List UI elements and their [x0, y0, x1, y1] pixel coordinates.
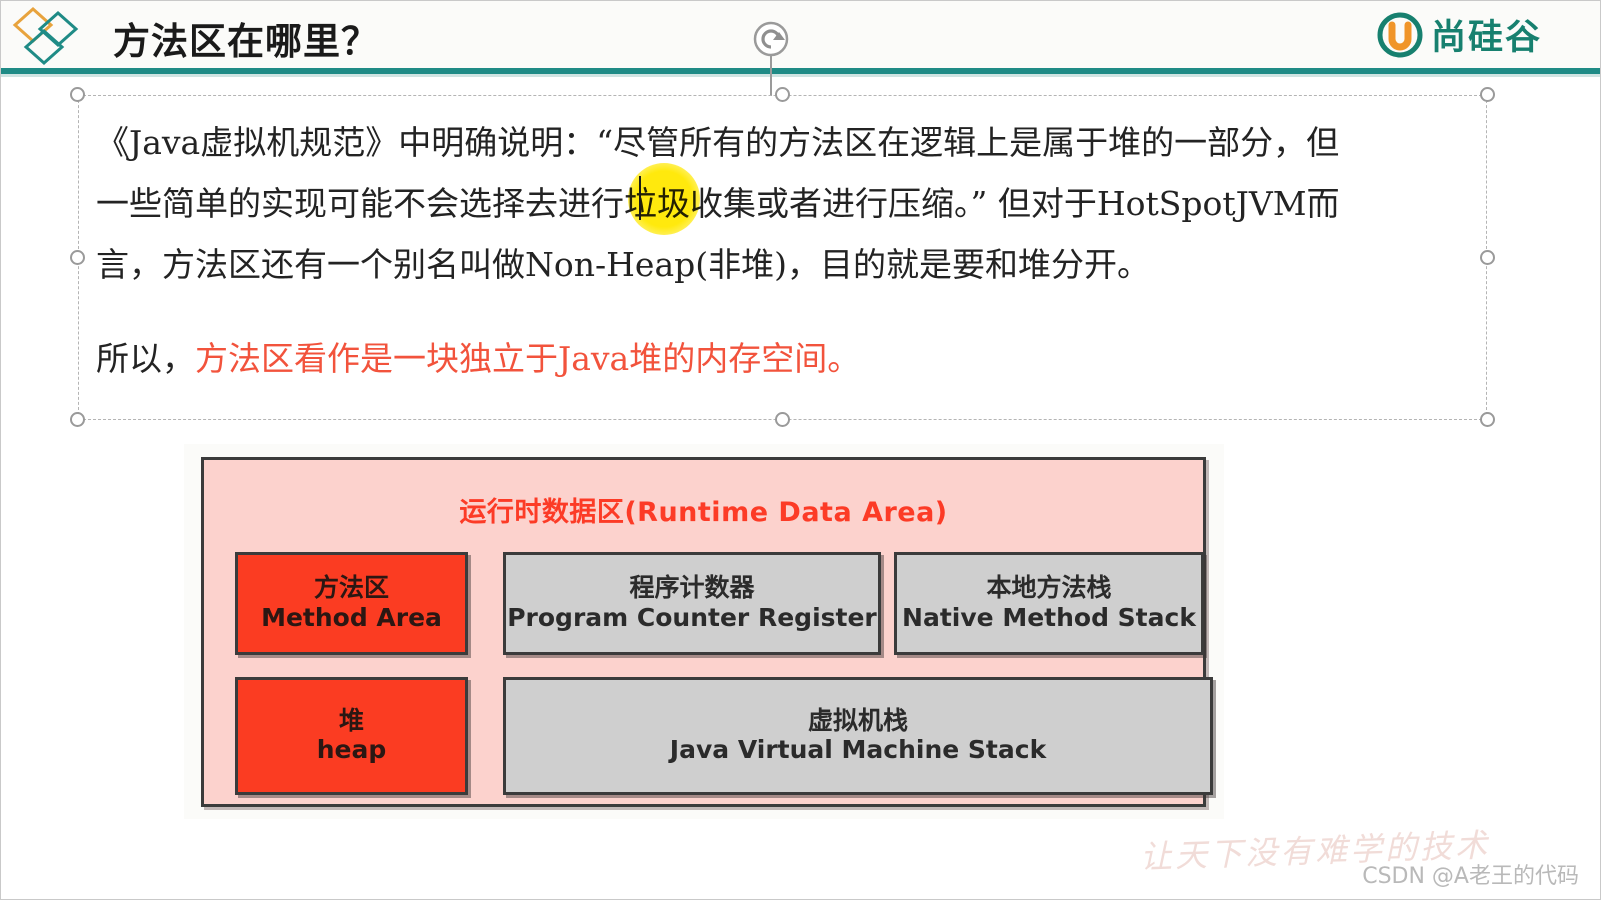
- rotate-handle-stem: [770, 56, 772, 96]
- body-line-1: 《Java虚拟机规范》中明确说明：“尽管所有的方法区在逻辑上是属于堆的一部分，但: [96, 123, 1340, 162]
- resize-handle-bottom-left[interactable]: [70, 412, 85, 427]
- conclusion-highlight: 方法区看作是一块独立于Java堆的内存空间。: [195, 339, 861, 378]
- resize-handle-top-center[interactable]: [775, 87, 790, 102]
- diagram-cell-program-counter-en: Program Counter Register: [507, 602, 877, 632]
- diagram-cell-native-method-stack: 本地方法栈 Native Method Stack: [894, 552, 1204, 655]
- body-line-2: 一些简单的实现可能不会选择去进行垃圾收集或者进行压缩。” 但对于HotSpotJ…: [96, 184, 1340, 223]
- body-line-4: 所以，方法区看作是一块独立于Java堆的内存空间。: [96, 335, 1471, 383]
- circle-u-logo-icon: [1377, 12, 1423, 57]
- resize-handle-top-left[interactable]: [70, 87, 85, 102]
- brand-name: 尚硅谷: [1430, 18, 1542, 58]
- brand-logo: 尚硅谷: [1377, 9, 1542, 60]
- header-divider-soft: [1, 74, 1600, 77]
- slide-header: 方法区在哪里？ 尚硅谷: [1, 1, 1600, 71]
- csdn-watermark: CSDN @A老王的代码: [1362, 864, 1579, 889]
- runtime-data-area-title: 运行时数据区(Runtime Data Area): [459, 497, 948, 528]
- diagram-cell-jvm-stack-en: Java Virtual Machine Stack: [669, 735, 1047, 765]
- text-cursor-caret: [639, 176, 641, 220]
- diagram-cell-native-method-stack-en: Native Method Stack: [902, 602, 1196, 632]
- diagram-cell-program-counter-cn: 程序计数器: [629, 573, 755, 603]
- slide-canvas: 方法区在哪里？ 尚硅谷 《Java虚拟机规范》中明确说明：“尽管所有的方法区在逻…: [0, 0, 1601, 900]
- diagram-cell-heap-en: heap: [316, 735, 387, 765]
- diagram-cell-method-area-cn: 方法区: [313, 573, 389, 603]
- page-title: 方法区在哪里？: [113, 20, 379, 63]
- resize-handle-middle-left[interactable]: [70, 250, 85, 265]
- resize-handle-bottom-center[interactable]: [775, 412, 790, 427]
- diagram-cell-jvm-stack: 虚拟机栈 Java Virtual Machine Stack: [503, 677, 1213, 795]
- slide-body-text[interactable]: 《Java虚拟机规范》中明确说明：“尽管所有的方法区在逻辑上是属于堆的一部分，但…: [96, 112, 1471, 383]
- diagram-cell-jvm-stack-cn: 虚拟机栈: [807, 705, 908, 735]
- runtime-data-area-diagram: 运行时数据区(Runtime Data Area) 方法区 Method Are…: [184, 444, 1224, 819]
- diagram-cell-method-area-en: Method Area: [261, 602, 442, 632]
- runtime-data-area-container: 运行时数据区(Runtime Data Area) 方法区 Method Are…: [201, 457, 1213, 807]
- diagram-cell-method-area: 方法区 Method Area: [235, 552, 468, 655]
- resize-handle-bottom-right[interactable]: [1480, 412, 1495, 427]
- diamond-logo-icon: [12, 6, 79, 66]
- diagram-cell-heap-cn: 堆: [338, 705, 364, 735]
- resize-handle-top-right[interactable]: [1480, 87, 1495, 102]
- diagram-cell-program-counter: 程序计数器 Program Counter Register: [503, 552, 881, 655]
- diagram-cell-native-method-stack-cn: 本地方法栈: [986, 573, 1112, 603]
- resize-handle-middle-right[interactable]: [1480, 250, 1495, 265]
- rotate-handle-icon[interactable]: [752, 20, 790, 58]
- diagram-cell-heap: 堆 heap: [235, 677, 468, 795]
- conclusion-prefix: 所以，: [96, 339, 195, 378]
- body-line-3: 言，方法区还有一个别名叫做Non-Heap(非堆)，目的就是要和堆分开。: [96, 245, 1151, 284]
